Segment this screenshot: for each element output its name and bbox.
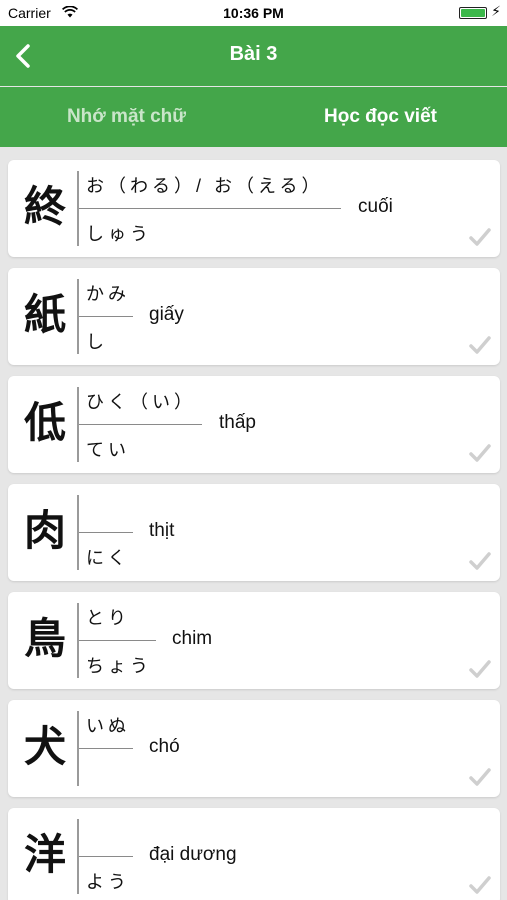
checkmark-icon[interactable] bbox=[469, 659, 491, 679]
divider-horizontal bbox=[79, 856, 133, 857]
page-title: Bài 3 bbox=[229, 43, 278, 65]
checkmark-icon[interactable] bbox=[469, 335, 491, 355]
tab-remember-characters[interactable]: Nhớ mặt chữ bbox=[0, 87, 253, 147]
reading-top: かみ bbox=[86, 284, 130, 304]
meaning-label: thịt bbox=[149, 520, 175, 541]
kanji-character: 低 bbox=[23, 398, 66, 447]
kanji-card[interactable]: 肉にく thịt bbox=[8, 484, 500, 581]
kanji-character: 終 bbox=[23, 182, 66, 231]
meaning-label: giấy bbox=[149, 304, 184, 325]
reading-top: いぬ bbox=[86, 716, 130, 736]
kanji-card[interactable]: 鳥とりちょう chim bbox=[8, 592, 500, 689]
checkmark-icon[interactable] bbox=[469, 875, 491, 895]
clock: 10:36 PM bbox=[223, 5, 284, 21]
kanji-card[interactable]: 紙かみし giấy bbox=[8, 268, 500, 365]
battery-icon bbox=[459, 7, 487, 19]
tab-bar: Nhớ mặt chữ Học đọc viết bbox=[0, 87, 507, 147]
kanji-character: 鳥 bbox=[23, 614, 66, 663]
kanji-card[interactable]: 低ひく（い） てい thấp bbox=[8, 376, 500, 473]
divider-horizontal bbox=[79, 640, 156, 641]
meaning-label: cuối bbox=[358, 196, 393, 217]
reading-bottom: しゅう bbox=[86, 224, 152, 244]
kanji-character: 紙 bbox=[23, 290, 66, 339]
reading-top: とり bbox=[86, 608, 130, 628]
divider-horizontal bbox=[79, 748, 133, 749]
reading-bottom: よう bbox=[86, 872, 130, 892]
tab-learn-read-write[interactable]: Học đọc viết bbox=[254, 87, 507, 147]
reading-bottom: し bbox=[86, 332, 108, 352]
divider-horizontal bbox=[79, 424, 202, 425]
reading-bottom: ちょう bbox=[86, 656, 152, 676]
meaning-label: chó bbox=[149, 736, 180, 757]
kanji-card[interactable]: 終お（わる）/ お（える） しゅう cuối bbox=[8, 160, 500, 257]
kanji-character: 犬 bbox=[23, 722, 66, 771]
reading-bottom: にく bbox=[86, 548, 130, 568]
checkmark-icon[interactable] bbox=[469, 227, 491, 247]
kanji-list: 終お（わる）/ お（える） しゅう cuối 紙かみし giấy 低ひく（い） てい thấp… bbox=[8, 160, 500, 900]
reading-top: お（わる）/ お（える） bbox=[86, 176, 324, 196]
reading-top: ひく（い） bbox=[86, 392, 196, 412]
reading-bottom: てい bbox=[86, 440, 130, 460]
divider-horizontal bbox=[79, 532, 133, 533]
divider-horizontal bbox=[79, 316, 133, 317]
charging-icon: ⚡ bbox=[491, 3, 501, 19]
checkmark-icon[interactable] bbox=[469, 443, 491, 463]
battery-level bbox=[461, 9, 485, 17]
navigation-bar: Bài 3 bbox=[0, 26, 507, 86]
meaning-label: chim bbox=[172, 628, 213, 649]
divider-horizontal bbox=[79, 208, 341, 209]
meaning-label: đại dương bbox=[149, 844, 237, 865]
kanji-character: 洋 bbox=[23, 830, 66, 879]
kanji-card[interactable]: 洋よう đại dương bbox=[8, 808, 500, 900]
meaning-label: thấp bbox=[219, 412, 256, 433]
kanji-card[interactable]: 犬いぬ chó bbox=[8, 700, 500, 797]
status-bar: Carrier 10:36 PM ⚡ bbox=[0, 0, 507, 26]
kanji-character: 肉 bbox=[23, 506, 66, 555]
checkmark-icon[interactable] bbox=[469, 551, 491, 571]
checkmark-icon[interactable] bbox=[469, 767, 491, 787]
